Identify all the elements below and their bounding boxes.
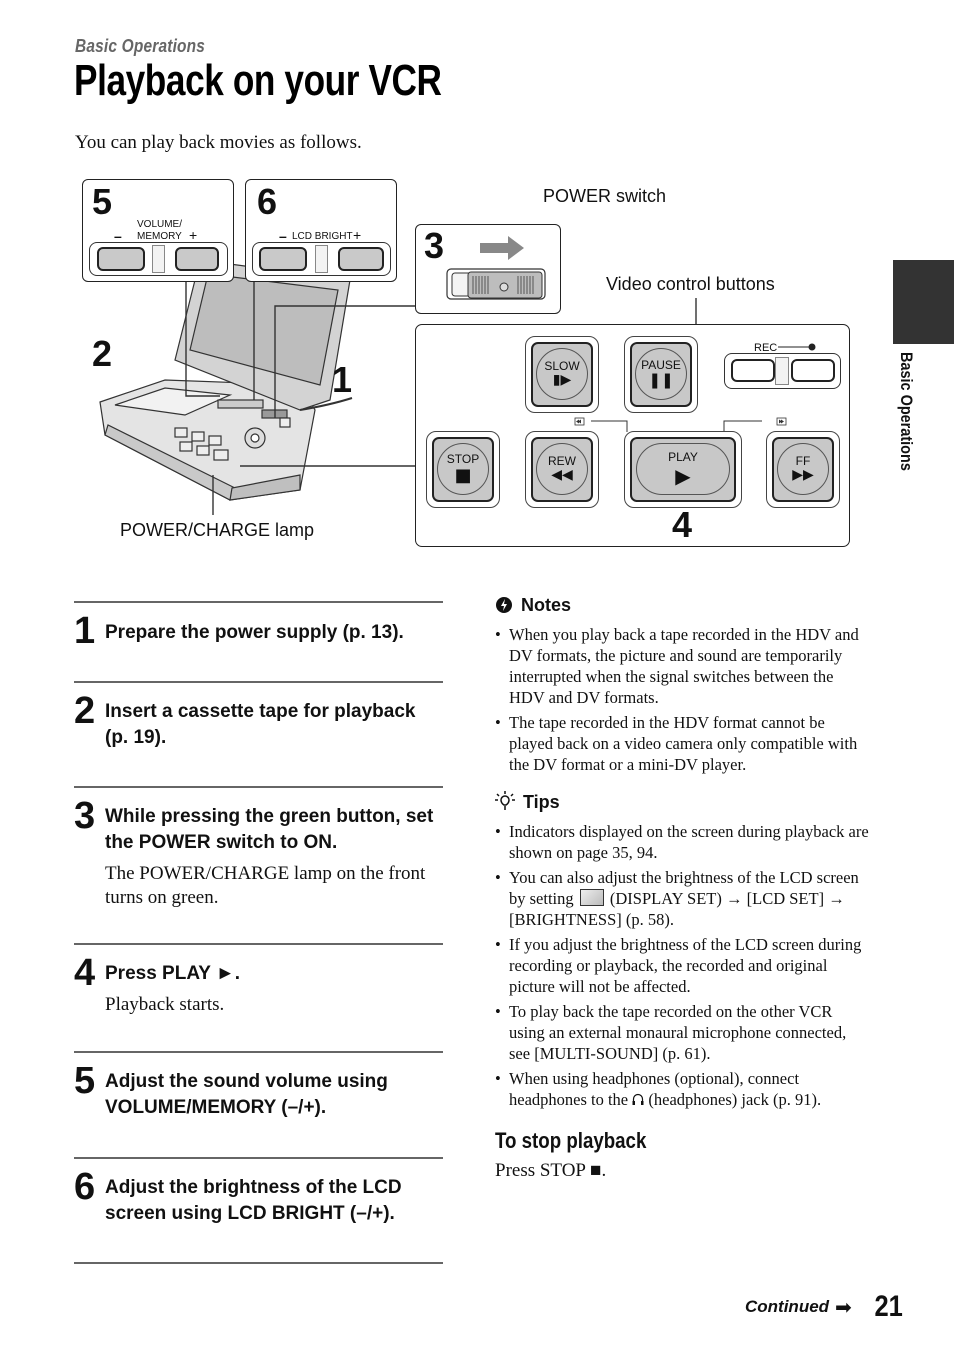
tip-item: If you adjust the brightness of the LCD … — [495, 934, 870, 997]
step-number: 4 — [74, 952, 96, 994]
volume-separator — [152, 245, 165, 273]
pause-icon: ❚❚ — [648, 371, 674, 390]
lcd-plus-button[interactable] — [338, 247, 384, 271]
ff-label: FF — [795, 453, 811, 468]
section-label: Basic Operations — [75, 36, 206, 56]
tip-item: When using headphones (optional), connec… — [495, 1068, 870, 1110]
stop-button[interactable]: STOP ■ — [432, 437, 494, 502]
volume-plus-button[interactable] — [175, 247, 219, 271]
rec-right-button[interactable] — [791, 359, 835, 382]
tip-item: Indicators displayed on the screen durin… — [495, 821, 870, 863]
step-number: 5 — [74, 1060, 96, 1102]
video-control-buttons-callout: Video control buttons — [606, 274, 775, 294]
step-marker-3: 3 — [424, 225, 445, 266]
notes-list: When you play back a tape recorded in th… — [495, 624, 870, 775]
tips-heading-label: Tips — [523, 791, 560, 812]
step-item: 1 Prepare the power supply (p. 13). — [74, 601, 443, 681]
step-title: Adjust the sound volume using VOLUME/MEM… — [105, 1071, 388, 1118]
step-item: 2 Insert a cassette tape for playback (p… — [74, 681, 443, 786]
lcd-plus-label: + — [353, 227, 362, 243]
stop-playback-text: Press STOP ■. — [495, 1160, 607, 1181]
intro-text: You can play back movies as follows. — [75, 132, 362, 153]
stop-label: STOP — [446, 451, 480, 466]
arrow-right-icon: ➡ — [835, 1295, 852, 1319]
step-body: Playback starts. — [105, 994, 225, 1015]
display-set-icon — [579, 889, 604, 906]
volume-label-line1: VOLUME/ — [137, 219, 183, 230]
stop-icon: ■ — [454, 464, 472, 486]
continued-label: Continued — [745, 1297, 830, 1316]
rew-icon: ◀◀ — [551, 466, 573, 483]
step-marker-6: 6 — [257, 181, 278, 222]
stop-playback-heading: To stop playback — [495, 1128, 647, 1153]
device-diagram: 5 VOLUME/ MEMORY – + 6 – LCD BRIGHT + 3 … — [0, 170, 880, 570]
tips-list: Indicators displayed on the screen durin… — [495, 821, 870, 1110]
rew-button[interactable]: REW ◀◀ — [531, 437, 593, 502]
step-number: 6 — [74, 1166, 96, 1208]
slow-icon: ▮▶ — [552, 371, 572, 388]
rec-left-button[interactable] — [731, 359, 775, 382]
page-title: Playback on your VCR — [74, 56, 442, 105]
pause-button[interactable]: PAUSE ❚❚ — [630, 342, 692, 407]
tip-item: You can also adjust the brightness of th… — [495, 867, 870, 930]
step-title: Adjust the brightness of the LCD screen … — [105, 1177, 402, 1224]
notes-heading-label: Notes — [521, 594, 572, 615]
ff-icon: ▶▶ — [792, 466, 814, 483]
step-marker-4: 4 — [672, 504, 693, 545]
arrow-right-icon — [480, 236, 524, 260]
volume-minus-button[interactable] — [97, 247, 145, 271]
lcd-minus-button[interactable] — [259, 247, 307, 271]
tip-text: (headphones) jack (p. 91). — [648, 1090, 822, 1109]
step-title: Insert a cassette tape for playback (p. … — [105, 701, 416, 748]
play-icon: ▶ — [675, 463, 691, 488]
step-marker-2: 2 — [92, 333, 113, 374]
step-number: 2 — [74, 690, 96, 732]
tips-heading: Tips — [495, 789, 870, 815]
rew-label: REW — [548, 453, 576, 468]
side-tab-marker — [893, 260, 954, 344]
lcd-bright-label: LCD BRIGHT — [292, 231, 353, 242]
rec-separator — [775, 357, 789, 385]
lcd-separator — [315, 245, 328, 273]
step-number: 1 — [74, 610, 96, 652]
ff-button[interactable]: FF ▶▶ — [772, 437, 834, 502]
power-switch[interactable] — [446, 268, 548, 302]
slow-label: SLOW — [544, 358, 580, 373]
page-footer: Continued ➡ 21 — [745, 1290, 905, 1324]
tip-item: To play back the tape recorded on the ot… — [495, 1001, 870, 1064]
step-marker-5: 5 — [92, 181, 113, 222]
slow-button[interactable]: SLOW ▮▶ — [531, 342, 593, 407]
step-item: 4 Press PLAY ►. Playback starts. — [74, 943, 443, 1051]
page-number: 21 — [874, 1290, 903, 1323]
step-body: The POWER/CHARGE lamp on the front turns… — [105, 863, 426, 908]
play-button[interactable]: PLAY ▶ — [630, 437, 736, 502]
play-label: PLAY — [668, 450, 698, 465]
power-charge-lamp-callout: POWER/CHARGE lamp — [120, 520, 315, 540]
headphones-icon — [632, 1090, 648, 1109]
rec-indicator-icon — [778, 343, 816, 351]
note-item: When you play back a tape recorded in th… — [495, 624, 870, 708]
lightbulb-icon — [495, 791, 515, 810]
step-number: 3 — [74, 795, 96, 837]
step-marker-1: 1 — [332, 359, 353, 400]
note-item: The tape recorded in the HDV format cann… — [495, 712, 870, 775]
notes-heading: Notes — [495, 592, 870, 618]
step-title: Prepare the power supply (p. 13). — [105, 622, 404, 643]
side-tab-label: Basic Operations — [897, 352, 916, 471]
volume-label-line2: MEMORY — [137, 231, 182, 242]
step-item: 6 Adjust the brightness of the LCD scree… — [74, 1157, 443, 1262]
step-title: While pressing the green button, set the… — [105, 806, 434, 853]
step-title: Press PLAY ►. — [105, 963, 240, 984]
notes-column: Notes When you play back a tape recorded… — [495, 592, 870, 1182]
step-item: 5 Adjust the sound volume using VOLUME/M… — [74, 1051, 443, 1157]
notes-icon — [496, 597, 512, 613]
step-item: 3 While pressing the green button, set t… — [74, 786, 443, 943]
volume-plus-label: + — [189, 227, 198, 243]
power-switch-callout: POWER switch — [543, 186, 667, 206]
steps-list: 1 Prepare the power supply (p. 13). 2 In… — [74, 601, 443, 1264]
steps-end-rule — [74, 1262, 443, 1264]
